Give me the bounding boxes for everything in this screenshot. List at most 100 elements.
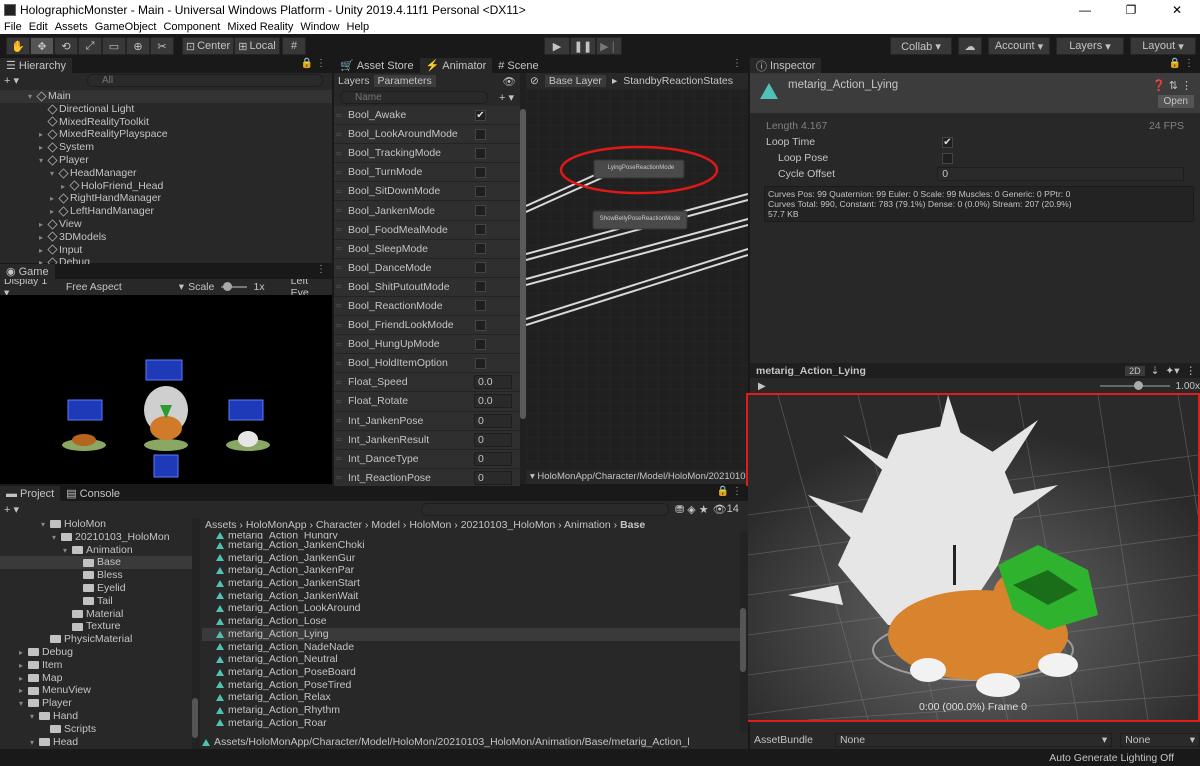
project-folder-item[interactable]: ▸ Map	[0, 672, 192, 685]
parameter-row[interactable]: ═ Bool_ReactionMode	[334, 296, 520, 317]
project-folder-item[interactable]: ▾ 20210103_HoloMon	[0, 531, 192, 544]
drag-handle-icon[interactable]: ═	[336, 187, 344, 196]
hierarchy-item[interactable]: ▸ System	[0, 141, 332, 154]
drag-handle-icon[interactable]: ═	[336, 301, 344, 310]
visibility-icon[interactable]: 👁	[713, 503, 727, 516]
parameter-row[interactable]: ═ Bool_JankenMode	[334, 201, 520, 221]
drag-handle-icon[interactable]: ═	[336, 206, 344, 215]
menu-component[interactable]: Component	[163, 21, 220, 33]
parameter-row[interactable]: ═ Int_DanceType 0	[334, 449, 520, 469]
parameter-name[interactable]: Bool_Awake	[348, 109, 475, 121]
avatar-icon[interactable]: ✦▾	[1165, 365, 1179, 377]
panel-menu-icon[interactable]: 🔒 ⋮	[717, 486, 742, 497]
parameter-name[interactable]: Bool_LookAroundMode	[348, 128, 475, 140]
files-scrollbar[interactable]	[740, 532, 748, 732]
expand-arrow-icon[interactable]: ▾	[28, 91, 37, 104]
parameter-value-field[interactable]: 0	[474, 432, 512, 447]
breadcrumb-item[interactable]: HoloMon	[409, 519, 451, 531]
parameter-row[interactable]: ═ Bool_SleepMode	[334, 239, 520, 259]
expand-arrow-icon[interactable]: ▸	[39, 232, 48, 245]
hierarchy-item[interactable]: ▸ View	[0, 218, 332, 231]
hierarchy-item[interactable]: ▾ Main	[0, 90, 332, 103]
aspect-dropdown[interactable]: Free Aspect ▾	[66, 281, 184, 293]
breadcrumb-item[interactable]: HoloMonApp	[246, 519, 307, 531]
filter-icons[interactable]: ⛃ ◈ ★	[675, 503, 709, 516]
tree-scrollbar[interactable]	[192, 518, 200, 749]
parameter-name[interactable]: Int_DanceType	[348, 453, 474, 465]
tab-scene[interactable]: # Scene	[492, 58, 545, 73]
hierarchy-item[interactable]: ▸ RightHandManager	[0, 192, 332, 205]
project-folder-item[interactable]: ▾ HoloMon	[0, 518, 192, 531]
parameter-row[interactable]: ═ Bool_LookAroundMode	[334, 125, 520, 145]
layout-dropdown[interactable]: Layout ▾	[1130, 37, 1196, 55]
move-tool-icon[interactable]: ✥	[30, 37, 54, 55]
breadcrumb-item[interactable]: Character	[316, 519, 362, 531]
parameter-name[interactable]: Bool_ShitPutoutMode	[348, 281, 475, 293]
eye-icon[interactable]: 👁	[503, 75, 520, 88]
parameter-name[interactable]: Int_JankenPose	[348, 415, 474, 427]
animator-graph[interactable]: ⊘ Base Layer ▸ StandbyReactionStates Lyi…	[526, 73, 748, 484]
project-file-item[interactable]: metarig_Action_Lose	[202, 615, 748, 628]
breadcrumb-item[interactable]: 20210103_HoloMon	[461, 519, 556, 531]
parameter-name[interactable]: Bool_ReactionMode	[348, 300, 475, 312]
parameter-search-input[interactable]	[340, 90, 488, 104]
parameter-name[interactable]: Bool_TurnMode	[348, 166, 475, 178]
parameter-bool-checkbox[interactable]: ✔	[475, 109, 486, 121]
drag-handle-icon[interactable]: ═	[336, 225, 344, 234]
custom-tool-icon[interactable]: ✂	[150, 37, 174, 55]
project-file-item[interactable]: metarig_Action_Lying	[202, 627, 748, 641]
parameter-name[interactable]: Bool_FriendLookMode	[348, 319, 475, 331]
rect-tool-icon[interactable]: ▭	[102, 37, 126, 55]
tab-console[interactable]: ▤ Console	[60, 486, 127, 501]
project-folder-item[interactable]: ▾ Player	[0, 697, 192, 710]
project-file-item[interactable]: metarig_Action_LookAround	[202, 602, 748, 615]
parameter-row[interactable]: ═ Bool_HoldItemOption	[334, 354, 520, 374]
close-button[interactable]: ✕	[1154, 3, 1200, 17]
tab-project[interactable]: ▬ Project	[0, 486, 61, 501]
inspector-settings-icons[interactable]: ❓ ⇅ ⋮	[1152, 79, 1192, 92]
drag-handle-icon[interactable]: ═	[336, 149, 344, 158]
breadcrumb-item[interactable]: Model	[371, 519, 400, 531]
parameter-row[interactable]: ═ Bool_TrackingMode	[334, 144, 520, 164]
menu-assets[interactable]: Assets	[55, 21, 88, 33]
hierarchy-item[interactable]: MixedRealityToolkit	[0, 116, 332, 129]
drag-handle-icon[interactable]: ═	[336, 378, 344, 387]
account-dropdown[interactable]: Account ▾	[988, 37, 1050, 55]
parameter-row[interactable]: ═ Float_Speed 0.0	[334, 373, 520, 393]
drag-handle-icon[interactable]: ═	[336, 244, 344, 253]
step-button[interactable]: ▶❘	[596, 37, 622, 55]
scale-tool-icon[interactable]: ⤢	[78, 37, 102, 55]
maximize-button[interactable]: ❐	[1108, 3, 1154, 17]
parameter-row[interactable]: ═ Bool_Awake ✔	[334, 106, 520, 126]
parameter-name[interactable]: Bool_JankenMode	[348, 205, 475, 217]
expand-arrow-icon[interactable]: ▸	[19, 660, 28, 673]
rotate-tool-icon[interactable]: ⟲	[54, 37, 78, 55]
menu-gameobject[interactable]: GameObject	[95, 21, 157, 33]
drag-handle-icon[interactable]: ═	[336, 168, 344, 177]
project-search-input[interactable]	[421, 502, 670, 516]
project-file-item[interactable]: metarig_Action_Neutral	[202, 653, 748, 666]
pivot-toggle-icon[interactable]: ⇣	[1151, 365, 1160, 377]
parameter-row[interactable]: ═ Bool_FriendLookMode	[334, 316, 520, 336]
project-folder-item[interactable]: ▾ Head	[0, 736, 192, 749]
project-file-item[interactable]: metarig_Action_JankenChoki	[202, 539, 748, 552]
panel-menu-icon[interactable]: ⋮	[732, 58, 742, 69]
layers-dropdown[interactable]: Layers ▾	[1056, 37, 1124, 55]
menu-edit[interactable]: Edit	[29, 21, 48, 33]
drag-handle-icon[interactable]: ═	[336, 473, 344, 482]
hierarchy-item[interactable]: Directional Light	[0, 103, 332, 116]
parameter-value-field[interactable]: 0	[474, 451, 512, 466]
hierarchy-item[interactable]: ▸ Input	[0, 244, 332, 257]
play-button[interactable]: ▶	[544, 37, 570, 55]
parameter-bool-checkbox[interactable]	[475, 262, 486, 274]
project-file-item[interactable]: metarig_Action_Relax	[202, 691, 748, 704]
project-file-item[interactable]: metarig_Action_Hungry	[202, 532, 748, 539]
parameter-row[interactable]: ═ Bool_HungUpMode	[334, 335, 520, 355]
project-folder-item[interactable]: Material	[0, 608, 192, 621]
expand-arrow-icon[interactable]: ▾	[63, 545, 72, 558]
drag-handle-icon[interactable]: ═	[336, 321, 344, 330]
hierarchy-item[interactable]: ▾ HeadManager	[0, 167, 332, 180]
project-folder-item[interactable]: Texture	[0, 620, 192, 633]
project-folder-item[interactable]: PhysicMaterial	[0, 633, 192, 646]
menu-file[interactable]: File	[4, 21, 22, 33]
